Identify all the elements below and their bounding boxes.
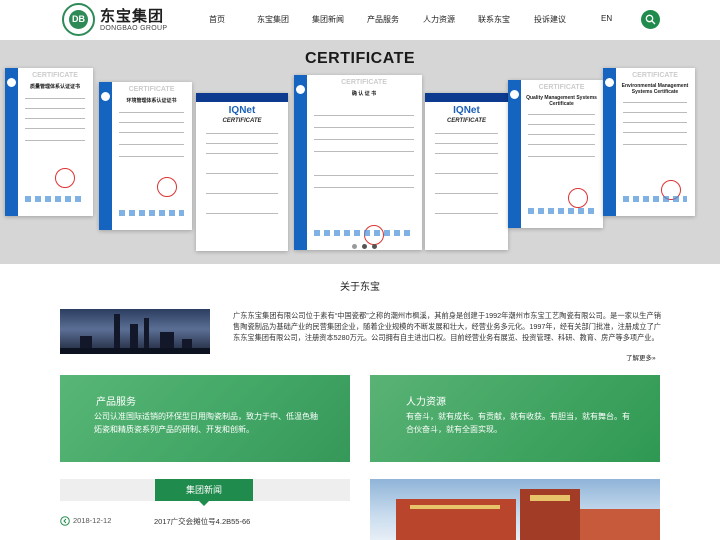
about-more-link[interactable]: 了解更多» [626,352,656,362]
certificate-card[interactable]: CERTIFICATE 环境管理体系认证证书 [99,82,192,230]
search-button[interactable] [641,10,660,29]
nav-item-products[interactable]: 产品服务 [367,14,399,25]
news-headline[interactable]: 2017广交会摊位号4.2B55-66 [154,516,250,527]
certificate-subtitle: CERTIFICATE [446,118,487,124]
certificate-subtitle: 质量管理体系认证证书 [29,84,80,90]
certificate-header: CERTIFICATE [128,86,175,93]
site-header: DB 东宝集团 DONGBAO GROUP 首页 东宝集团 集团新闻 产品服务 … [0,0,720,40]
carousel-dots [348,244,378,250]
certificate-header: CERTIFICATE [341,79,387,86]
certificate-header: CERTIFICATE [32,72,78,79]
carousel-dot[interactable] [372,244,377,249]
nav-item-home[interactable]: 首页 [209,14,225,25]
products-panel-text: 公司认准国际适销的环保型日用陶瓷制品，致力于中、低温色釉炻瓷和精质瓷系列产品的研… [94,412,318,434]
certificate-card[interactable]: CERTIFICATE Environmental Management Sys… [603,68,695,216]
certificate-subtitle: 环境管理体系认证证书 [126,98,177,104]
certificate-subtitle: CERTIFICATE [222,118,262,124]
certificate-card[interactable]: CERTIFICATE Quality Management Systems C… [508,80,603,228]
products-panel[interactable]: 产品服务 公司认准国际适销的环保型日用陶瓷制品，致力于中、低温色釉炻瓷和精质瓷系… [60,375,350,462]
nav-item-contact[interactable]: 联系东宝 [478,14,510,25]
certificate-subtitle: 确 认 证 书 [351,91,377,97]
company-logo[interactable]: DB 东宝集团 DONGBAO GROUP [62,3,192,37]
nav-item-hr[interactable]: 人力资源 [423,14,455,25]
news-date: 2018-12-12 [73,516,112,525]
carousel-dot[interactable] [362,244,367,249]
nav-item-news[interactable]: 集团新闻 [312,14,344,25]
about-section-title: 关于东宝 [340,282,380,293]
certificate-header: CERTIFICATE [538,84,585,91]
certificate-card[interactable]: IQNet CERTIFICATE [196,93,288,251]
certificate-header: IQNet [228,105,256,116]
nav-item-about[interactable]: 东宝集团 [257,14,289,25]
products-panel-title: 产品服务 [96,397,136,408]
carousel-dot[interactable] [352,244,357,249]
nav-item-feedback[interactable]: 投诉建议 [534,14,566,25]
certificate-subtitle: Environmental Management Systems Certifi… [621,83,689,95]
certificate-card[interactable]: CERTIFICATE 质量管理体系认证证书 [5,68,93,216]
carousel-prev-arrow-icon[interactable] [18,145,30,167]
certificate-header: IQNet [453,105,480,116]
city-skyline-image [60,309,210,354]
certificate-card[interactable]: CERTIFICATE 确 认 证 书 [294,75,422,250]
logo-english-name: DONGBAO GROUP [100,25,168,32]
certificate-banner: CERTIFICATE CERTIFICATE 质量管理体系认证证书 CERTI… [0,40,720,264]
certificate-subtitle: Quality Management Systems Certificate [526,95,597,107]
about-description: 广东东宝集团有限公司位于素有“中国瓷都”之称的潮州市枫溪，其前身是创建于1992… [233,311,661,342]
hr-panel-title: 人力资源 [406,397,446,408]
chevron-left-icon[interactable] [60,516,70,526]
nav-item-english[interactable]: EN [601,14,612,23]
hr-panel[interactable]: 人力资源 有奋斗，就有成长。有贡献，就有收获。有胆当，就有舞台。有合伙奋斗，就有… [370,375,660,462]
search-icon [645,14,656,25]
logo-seal-icon: DB [62,3,95,36]
logo-chinese-name: 东宝集团 [100,8,165,25]
hr-panel-text: 有奋斗，就有成长。有贡献，就有收获。有胆当，就有舞台。有合伙奋斗，就有全面实现。 [406,412,630,434]
banner-title: CERTIFICATE [304,50,416,67]
news-tab[interactable]: 集团新闻 [155,479,253,506]
company-building-image [370,479,660,540]
certificate-card[interactable]: IQNet CERTIFICATE [425,93,508,250]
certificate-header: CERTIFICATE [632,72,678,79]
logo-mark: DB [69,10,88,29]
